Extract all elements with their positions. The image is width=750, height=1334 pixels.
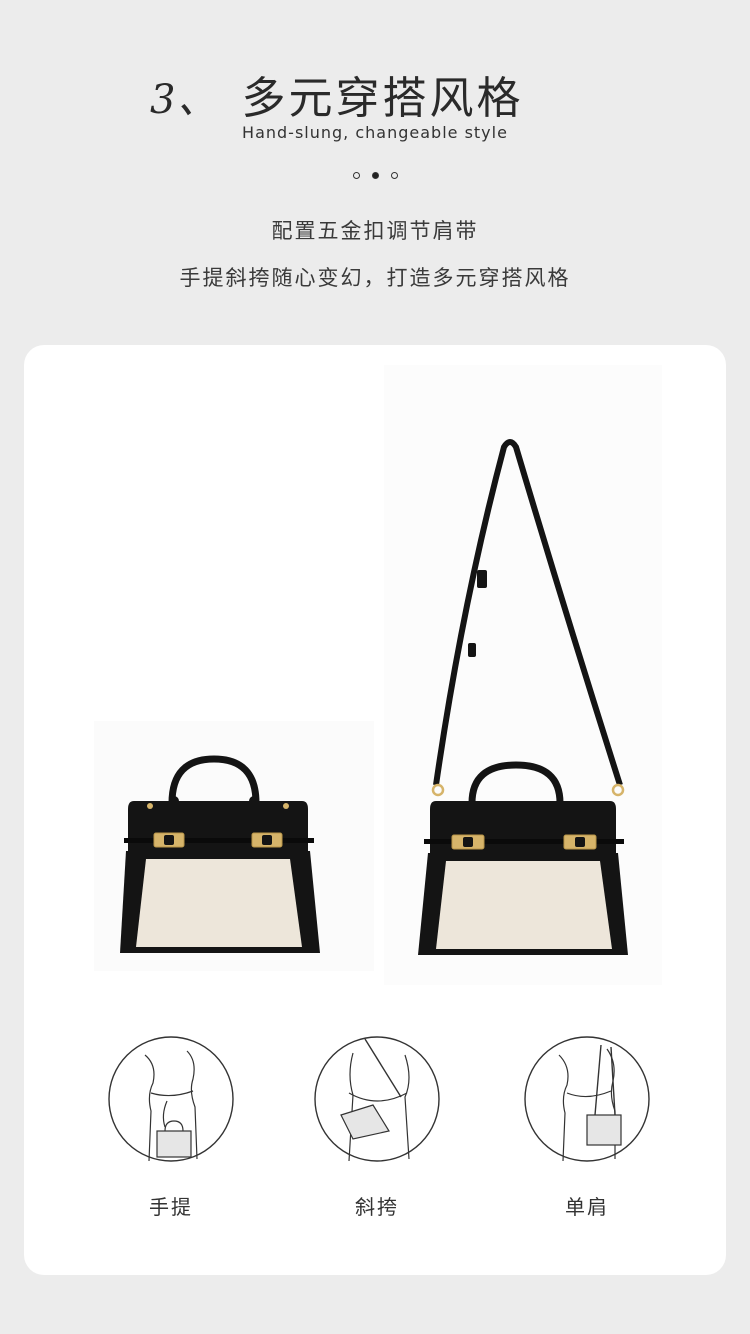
subtitle-text: Hand-slung, changeable style <box>242 123 508 142</box>
pagination-dot[interactable] <box>352 172 360 179</box>
style-hand-carry[interactable]: 手提 <box>106 1035 236 1220</box>
section-title: 3、 多元穿搭风格 <box>150 62 523 126</box>
header-section: 3、 多元穿搭风格 Hand-slung, changeable style 配… <box>0 0 750 340</box>
hand-carry-icon <box>108 1036 234 1162</box>
style-label: 手提 <box>149 1195 193 1219</box>
shoulder-icon <box>524 1036 650 1162</box>
style-label: 斜挎 <box>355 1195 399 1219</box>
style-shoulder[interactable]: 单肩 <box>522 1035 652 1220</box>
description-line-1: 配置五金扣调节肩带 <box>271 219 479 243</box>
pagination-dot-active[interactable] <box>371 172 379 179</box>
crossbody-icon <box>314 1036 440 1162</box>
product-card: 手提 斜挎 单肩 <box>24 345 726 1275</box>
pagination-dots <box>0 172 750 179</box>
pagination-dot[interactable] <box>390 172 398 179</box>
handbag-image <box>120 755 320 953</box>
description-line-2: 手提斜挎随心变幻，打造多元穿搭风格 <box>179 266 571 290</box>
title-number: 3、 <box>150 77 220 123</box>
bag-photo-handheld <box>94 721 374 971</box>
style-label: 单肩 <box>565 1195 609 1219</box>
carry-styles: 手提 斜挎 单肩 <box>24 1035 726 1235</box>
bag-photo-with-strap <box>384 365 662 985</box>
handbag-strap-image <box>418 439 628 955</box>
title-text: 多元穿搭风格 <box>241 73 524 124</box>
style-crossbody[interactable]: 斜挎 <box>312 1035 442 1220</box>
subtitle: Hand-slung, changeable style <box>0 123 750 142</box>
